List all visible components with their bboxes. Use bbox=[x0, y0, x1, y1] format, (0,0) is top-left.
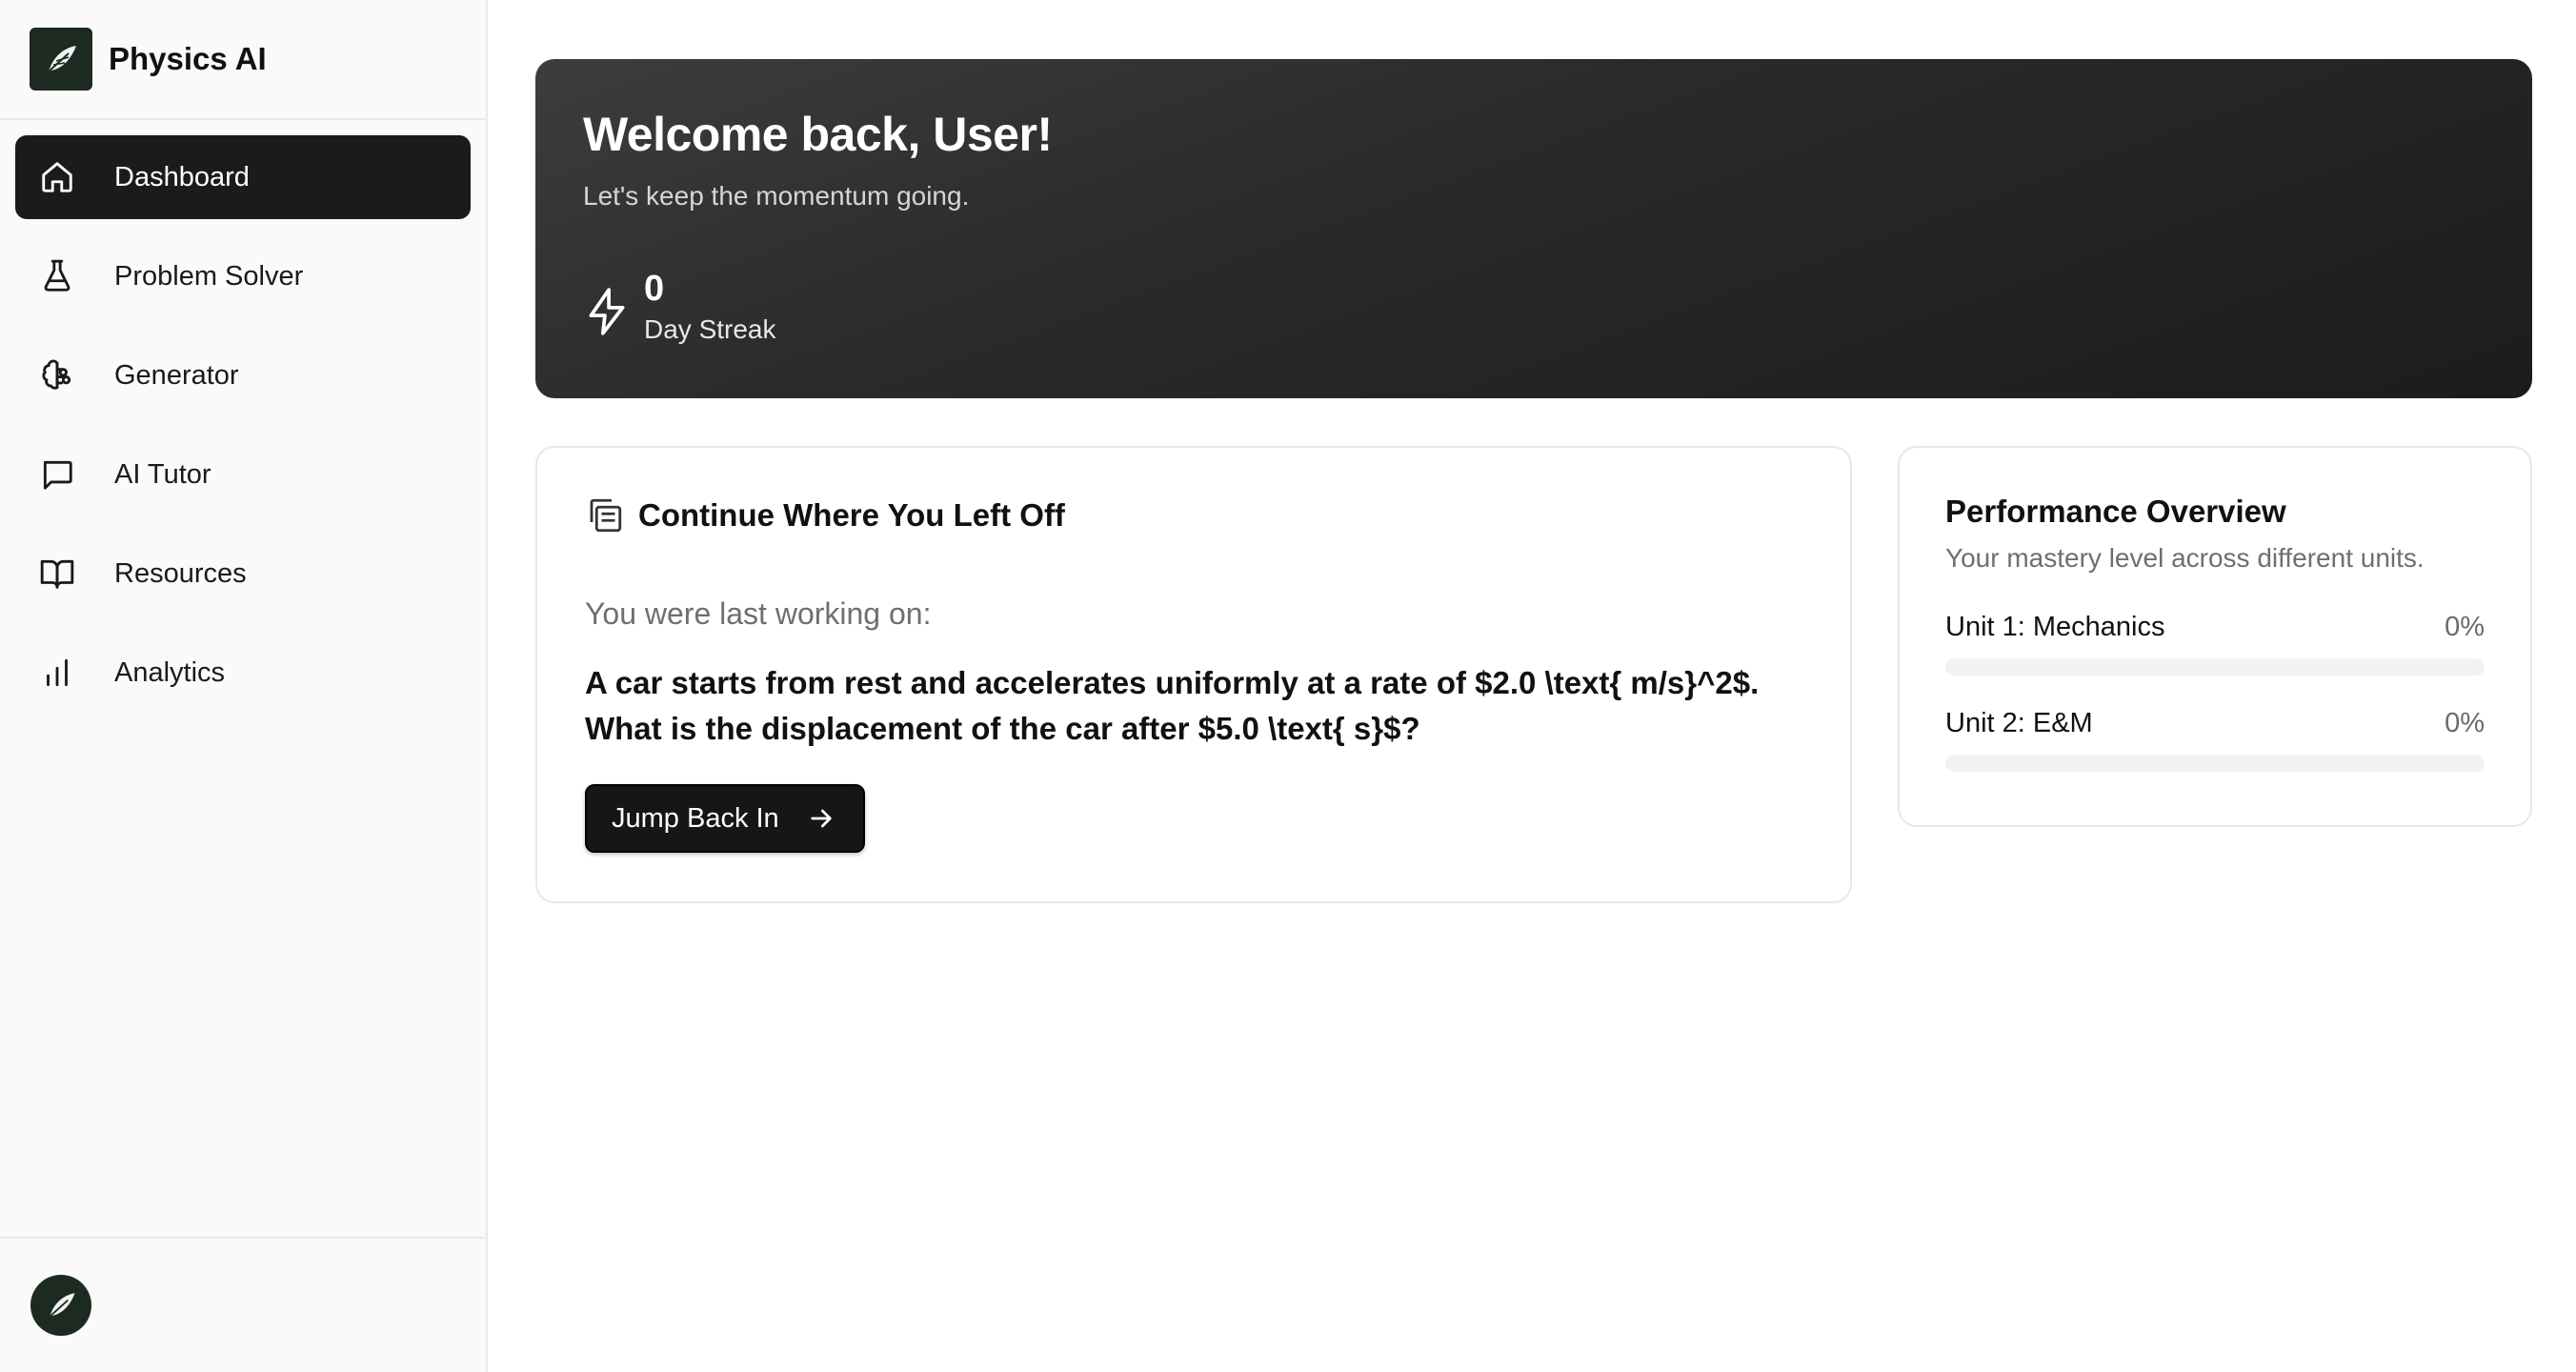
unit-progress-item: Unit 2: E&M 0% bbox=[1945, 708, 2485, 772]
unit-progress-bar bbox=[1945, 658, 2485, 676]
unit-percent: 0% bbox=[2445, 612, 2485, 642]
sidebar-item-problem-solver[interactable]: Problem Solver bbox=[15, 234, 471, 318]
app-root: Physics AI Dashboard Problem Solver Gene… bbox=[0, 0, 2576, 1372]
lightning-icon bbox=[589, 288, 625, 335]
performance-subtitle: Your mastery level across different unit… bbox=[1945, 543, 2425, 573]
streak-count: 0 bbox=[644, 269, 665, 309]
bar-chart-icon bbox=[38, 654, 76, 692]
sidebar-item-label: AI Tutor bbox=[114, 458, 211, 490]
sidebar-item-ai-tutor[interactable]: AI Tutor bbox=[15, 433, 471, 516]
feather-logo-icon bbox=[30, 28, 92, 91]
sidebar: Physics AI Dashboard Problem Solver Gene… bbox=[0, 0, 488, 1372]
performance-card: Performance Overview Your mastery level … bbox=[1898, 446, 2532, 827]
jump-back-in-label: Jump Back In bbox=[612, 802, 779, 834]
sidebar-item-label: Problem Solver bbox=[114, 260, 304, 292]
avatar[interactable] bbox=[30, 1275, 91, 1336]
brand-header[interactable]: Physics AI bbox=[0, 0, 486, 120]
sidebar-item-generator[interactable]: Generator bbox=[15, 333, 471, 417]
unit-progress-bar bbox=[1945, 755, 2485, 772]
sidebar-footer bbox=[0, 1237, 486, 1372]
welcome-subtitle: Let's keep the momentum going. bbox=[583, 181, 970, 211]
book-open-icon bbox=[38, 555, 76, 593]
unit-progress-item: Unit 1: Mechanics 0% bbox=[1945, 612, 2485, 676]
welcome-title: Welcome back, User! bbox=[583, 108, 1053, 161]
brain-icon bbox=[38, 356, 76, 394]
sidebar-item-label: Analytics bbox=[114, 656, 226, 688]
sidebar-item-label: Dashboard bbox=[114, 161, 250, 192]
sidebar-item-resources[interactable]: Resources bbox=[15, 532, 471, 615]
unit-name: Unit 2: E&M bbox=[1945, 708, 2093, 738]
sidebar-nav: Dashboard Problem Solver Generator AI Tu… bbox=[0, 120, 486, 715]
chat-icon bbox=[38, 455, 76, 494]
welcome-banner: Welcome back, User! Let's keep the momen… bbox=[535, 59, 2532, 398]
copy-icon bbox=[590, 498, 622, 533]
unit-name: Unit 1: Mechanics bbox=[1945, 612, 2165, 642]
last-problem-text: A car starts from rest and accelerates u… bbox=[585, 665, 1760, 746]
main-content: Welcome back, User! Let's keep the momen… bbox=[488, 0, 2576, 1372]
feather-logo-icon bbox=[48, 1293, 75, 1319]
day-streak: 0 Day Streak bbox=[583, 267, 776, 345]
sidebar-item-label: Generator bbox=[114, 359, 239, 391]
sidebar-item-dashboard[interactable]: Dashboard bbox=[15, 135, 471, 219]
home-icon bbox=[38, 158, 76, 196]
continue-card: Continue Where You Left Off You were las… bbox=[535, 446, 1852, 903]
app-name: Physics AI bbox=[109, 41, 267, 76]
flask-icon bbox=[38, 257, 76, 295]
jump-back-in-button[interactable]: Jump Back In bbox=[585, 784, 865, 853]
performance-title: Performance Overview bbox=[1945, 494, 2286, 529]
unit-percent: 0% bbox=[2445, 708, 2485, 738]
sidebar-item-analytics[interactable]: Analytics bbox=[15, 631, 471, 715]
arrow-right-icon bbox=[811, 809, 832, 828]
last-working-label: You were last working on: bbox=[585, 596, 932, 631]
streak-label: Day Streak bbox=[644, 314, 776, 344]
continue-title: Continue Where You Left Off bbox=[638, 497, 1065, 533]
sidebar-item-label: Resources bbox=[114, 557, 247, 589]
